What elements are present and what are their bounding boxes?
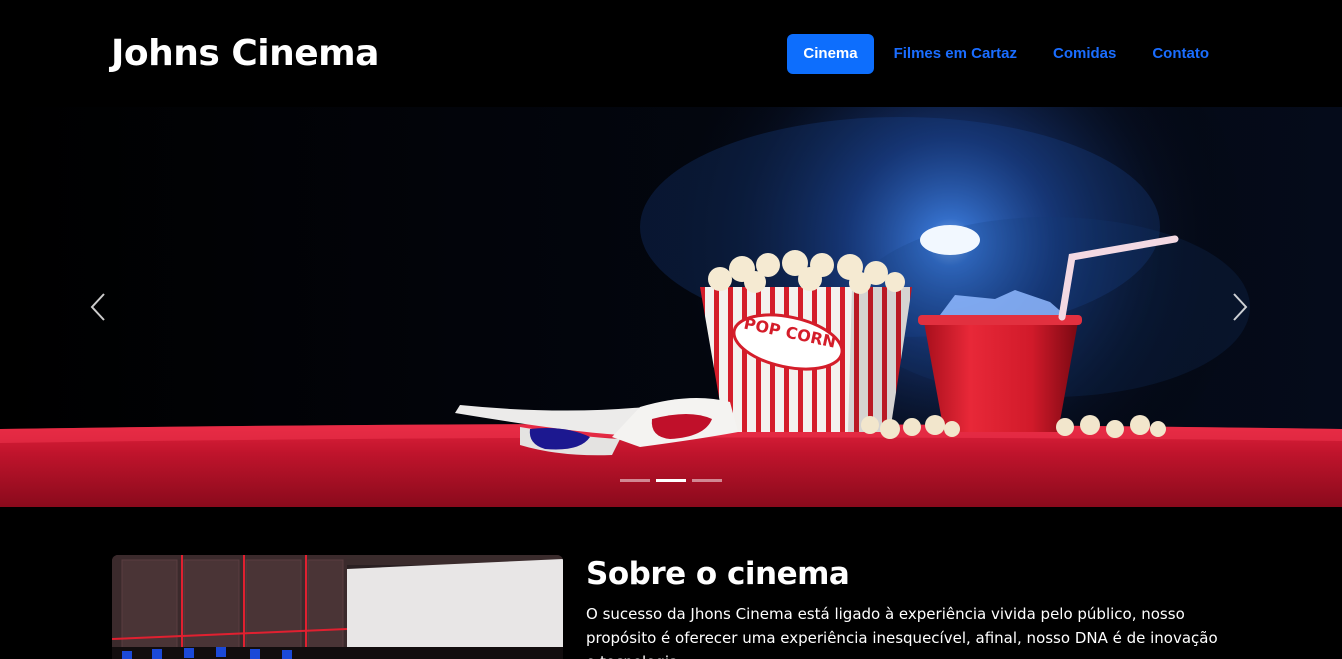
nav-item-cinema[interactable]: Cinema (787, 34, 874, 74)
page: Johns Cinema Cinema Filmes em Cartaz Com… (0, 0, 1342, 659)
nav-item-comidas[interactable]: Comidas (1037, 34, 1132, 74)
about-cinema-image (112, 555, 563, 659)
carousel-indicators (0, 479, 1342, 482)
carousel-indicator-2[interactable] (656, 479, 686, 482)
nav-item-filmes-em-cartaz[interactable]: Filmes em Cartaz (878, 34, 1033, 74)
carousel-prev-button[interactable] (78, 285, 118, 329)
about-title: Sobre o cinema (586, 556, 850, 592)
header: Johns Cinema Cinema Filmes em Cartaz Com… (0, 0, 1342, 108)
carousel-slide-image: POP CORN (0, 107, 1342, 507)
about-text: O sucesso da Jhons Cinema está ligado à … (586, 605, 1218, 659)
hero-carousel: POP CORN (0, 107, 1342, 507)
carousel-indicator-1[interactable] (620, 479, 650, 482)
chevron-left-icon (90, 293, 105, 321)
carousel-next-button[interactable] (1220, 285, 1260, 329)
brand-title[interactable]: Johns Cinema (111, 30, 379, 78)
carousel-indicator-3[interactable] (692, 479, 722, 482)
main-nav: Cinema Filmes em Cartaz Comidas Contato (783, 34, 1225, 74)
nav-item-contato[interactable]: Contato (1136, 34, 1225, 74)
chevron-right-icon (1233, 293, 1248, 321)
